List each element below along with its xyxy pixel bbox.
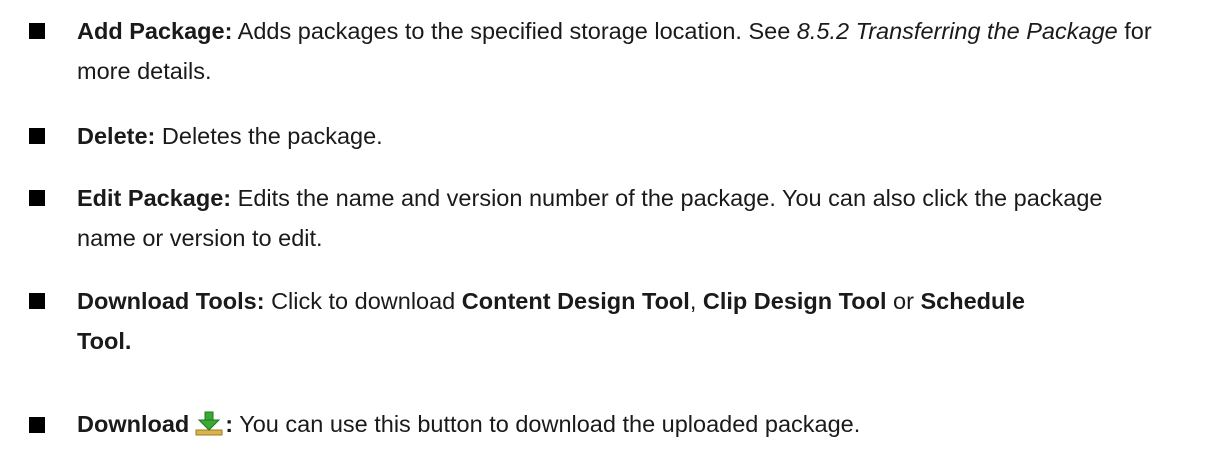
- section-reference: 8.5.2 Transferring the Package: [796, 18, 1118, 44]
- description: Edits the name and version number of the…: [77, 185, 1103, 251]
- description: You can use this button to download the …: [233, 411, 861, 437]
- term-download-tools: Download Tools:: [77, 288, 265, 314]
- term-add-package: Add Package:: [77, 18, 233, 44]
- square-bullet-icon: [29, 23, 45, 39]
- square-bullet-icon: [29, 293, 45, 309]
- download-colon: :: [225, 411, 234, 437]
- term-delete: Delete:: [77, 123, 156, 149]
- square-bullet-icon: [29, 190, 45, 206]
- square-bullet-icon: [29, 417, 45, 433]
- download-arrow-icon[interactable]: [195, 410, 223, 436]
- description: Deletes the package.: [155, 123, 383, 149]
- description: Click to download: [264, 288, 462, 314]
- term-edit-package: Edit Package:: [77, 185, 232, 211]
- description: Adds packages to the specified storage l…: [232, 18, 797, 44]
- square-bullet-icon: [29, 128, 45, 144]
- term-download: Download: [77, 411, 190, 437]
- tool-clip-design: Clip Design Tool: [702, 288, 887, 314]
- tool-content-design: Content Design Tool: [461, 288, 690, 314]
